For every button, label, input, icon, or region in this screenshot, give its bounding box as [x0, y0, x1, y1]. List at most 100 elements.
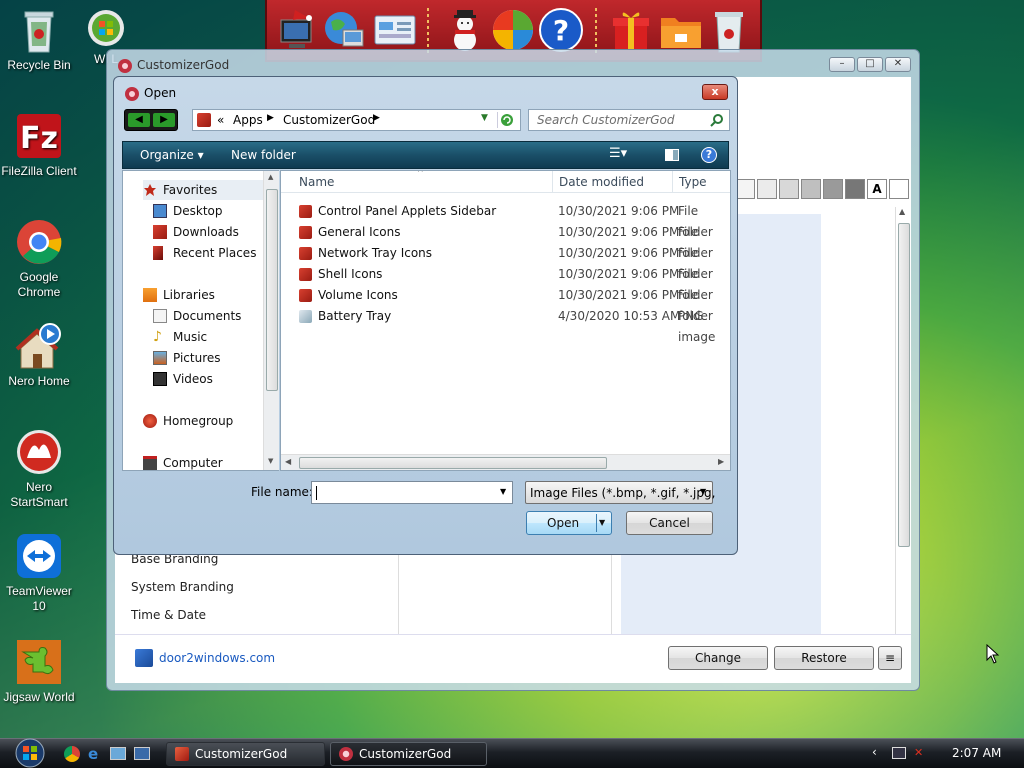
- scroll-down-arrow-icon[interactable]: ▼: [268, 457, 273, 465]
- start-button[interactable]: [12, 738, 48, 768]
- scrollbar-thumb[interactable]: [898, 223, 910, 547]
- scrollbar-thumb[interactable]: [299, 457, 607, 469]
- color-swatch[interactable]: [845, 179, 865, 199]
- nav-pictures[interactable]: Pictures: [153, 348, 273, 368]
- desktop-icon-teamviewer[interactable]: TeamViewer 10: [0, 532, 78, 614]
- vertical-scrollbar[interactable]: ▲ ▼: [895, 207, 911, 660]
- color-swatch[interactable]: [823, 179, 843, 199]
- quick-launch-chrome-icon[interactable]: [64, 746, 80, 762]
- nav-documents[interactable]: Documents: [153, 306, 273, 326]
- chevron-right-icon[interactable]: ▶: [373, 113, 380, 123]
- tray-expand-icon[interactable]: ‹: [872, 745, 877, 759]
- file-row[interactable]: General Icons 10/30/2021 9:06 PM File fo…: [281, 222, 730, 260]
- desktop-icon-filezilla[interactable]: Fz FileZilla Client: [0, 112, 78, 179]
- restore-button[interactable]: Restore: [774, 646, 874, 670]
- door2windows-link[interactable]: door2windows.com: [159, 651, 275, 665]
- scroll-up-arrow-icon[interactable]: ▲: [268, 173, 273, 181]
- snowman-icon[interactable]: [441, 6, 489, 54]
- maximize-button[interactable]: □: [857, 57, 883, 72]
- desktop-icon-nero-home[interactable]: Nero Home: [0, 322, 78, 389]
- control-panel-icon[interactable]: [371, 6, 419, 54]
- taskbar-button-customizergod-2[interactable]: CustomizerGod: [330, 742, 487, 766]
- forward-arrow-icon[interactable]: ▶: [153, 113, 175, 127]
- scrollbar-thumb[interactable]: [266, 189, 278, 391]
- breadcrumb-customizergod[interactable]: CustomizerGod: [283, 113, 375, 127]
- open-button[interactable]: Open ▼: [526, 511, 612, 535]
- volume-muted-tray-icon[interactable]: ✕: [914, 746, 930, 762]
- address-bar[interactable]: « Apps ▶ CustomizerGod ▶ ▼: [192, 109, 521, 131]
- close-button[interactable]: ✕: [885, 57, 911, 72]
- nav-downloads[interactable]: Downloads: [153, 222, 273, 242]
- file-row[interactable]: Shell Icons 10/30/2021 9:06 PM File fold…: [281, 264, 730, 302]
- scroll-right-arrow-icon[interactable]: ▶: [718, 457, 724, 466]
- column-header-date[interactable]: Date modified: [553, 171, 673, 193]
- file-row[interactable]: Control Panel Applets Sidebar 10/30/2021…: [281, 201, 730, 239]
- address-dropdown-icon[interactable]: ▼: [481, 113, 488, 123]
- new-folder-button[interactable]: New folder: [231, 148, 296, 162]
- list-item-system-branding[interactable]: System Branding: [131, 580, 234, 594]
- nav-computer[interactable]: Computer: [143, 453, 269, 473]
- windows-logo-icon[interactable]: [489, 6, 537, 54]
- change-button[interactable]: Change: [668, 646, 768, 670]
- file-type-filter-select[interactable]: Image Files (*.bmp, *.gif, *.jpg, ▼: [525, 481, 715, 504]
- taskbar-button-customizergod-1[interactable]: CustomizerGod: [166, 742, 325, 766]
- quick-launch-ie-icon[interactable]: e: [88, 746, 104, 762]
- organize-menu[interactable]: Organize ▾: [140, 148, 204, 162]
- minimize-button[interactable]: –: [829, 57, 855, 72]
- network-tray-icon[interactable]: [892, 747, 906, 759]
- nav-scrollbar[interactable]: ▲ ▼: [263, 171, 279, 470]
- breadcrumb-overflow[interactable]: «: [217, 113, 224, 127]
- nav-desktop[interactable]: Desktop: [153, 201, 273, 221]
- menu-button[interactable]: ≡: [878, 646, 902, 670]
- color-swatch[interactable]: [735, 179, 755, 199]
- text-color-swatch[interactable]: A: [867, 179, 887, 199]
- scroll-left-arrow-icon[interactable]: ◀: [285, 457, 291, 466]
- customizergod-task-icon: [339, 747, 353, 761]
- nav-music[interactable]: ♪ Music: [153, 327, 273, 347]
- dialog-close-button[interactable]: x: [702, 84, 728, 100]
- scroll-up-arrow-icon[interactable]: ▲: [899, 207, 905, 216]
- nav-videos[interactable]: Videos: [153, 369, 273, 389]
- nav-recent-places[interactable]: Recent Places: [153, 243, 273, 263]
- desktop-icon-recycle-bin[interactable]: Recycle Bin: [0, 6, 78, 73]
- nav-libraries[interactable]: Libraries: [143, 285, 269, 305]
- column-header-type[interactable]: Type: [673, 171, 730, 193]
- breadcrumb-apps[interactable]: Apps: [233, 113, 263, 127]
- nav-favorites[interactable]: Favorites: [143, 180, 269, 200]
- computer-santa-icon[interactable]: [275, 6, 323, 54]
- recycle-bin-icon[interactable]: [705, 6, 753, 54]
- gift-icon[interactable]: [607, 6, 655, 54]
- desktop-icon-nero-startsmart[interactable]: Nero StartSmart: [0, 428, 78, 510]
- help-icon[interactable]: ?: [701, 147, 717, 163]
- color-swatch[interactable]: [889, 179, 909, 199]
- open-dropdown-icon[interactable]: ▼: [599, 512, 605, 534]
- file-row[interactable]: Network Tray Icons 10/30/2021 9:06 PM Fi…: [281, 243, 730, 281]
- color-swatch[interactable]: [801, 179, 821, 199]
- cancel-button[interactable]: Cancel: [626, 511, 713, 535]
- desktop-icon-jigsaw-world[interactable]: Jigsaw World: [0, 638, 78, 705]
- file-row[interactable]: Battery Tray 4/30/2020 10:53 AM PNG imag…: [281, 306, 730, 344]
- quick-launch-switch-windows-icon[interactable]: [134, 747, 150, 760]
- filename-dropdown-icon[interactable]: ▼: [500, 487, 506, 496]
- refresh-icon[interactable]: [497, 112, 515, 128]
- preview-pane-icon[interactable]: [665, 149, 679, 161]
- filename-input[interactable]: ▼: [311, 481, 513, 504]
- chevron-right-icon[interactable]: ▶: [267, 113, 274, 123]
- color-swatch[interactable]: [757, 179, 777, 199]
- folder-icon[interactable]: [657, 6, 705, 54]
- color-swatch[interactable]: [779, 179, 799, 199]
- horizontal-scrollbar[interactable]: ◀ ▶: [281, 454, 730, 470]
- clock[interactable]: 2:07 AM: [952, 746, 1001, 760]
- back-arrow-icon[interactable]: ◀: [128, 113, 150, 127]
- nav-homegroup[interactable]: Homegroup: [143, 411, 269, 431]
- search-input[interactable]: Search CustomizerGod: [528, 109, 730, 131]
- view-options-icon[interactable]: ☰▾: [609, 146, 627, 161]
- help-icon[interactable]: ?: [537, 6, 585, 54]
- file-row[interactable]: Volume Icons 10/30/2021 9:06 PM File fol…: [281, 285, 730, 323]
- filter-dropdown-icon[interactable]: ▼: [700, 487, 706, 496]
- search-icon[interactable]: [710, 113, 724, 127]
- list-item-time-date[interactable]: Time & Date: [131, 608, 206, 622]
- desktop-icon-chrome[interactable]: Google Chrome: [0, 218, 78, 300]
- globe-network-icon[interactable]: [319, 6, 367, 54]
- quick-launch-show-desktop-icon[interactable]: [110, 747, 126, 760]
